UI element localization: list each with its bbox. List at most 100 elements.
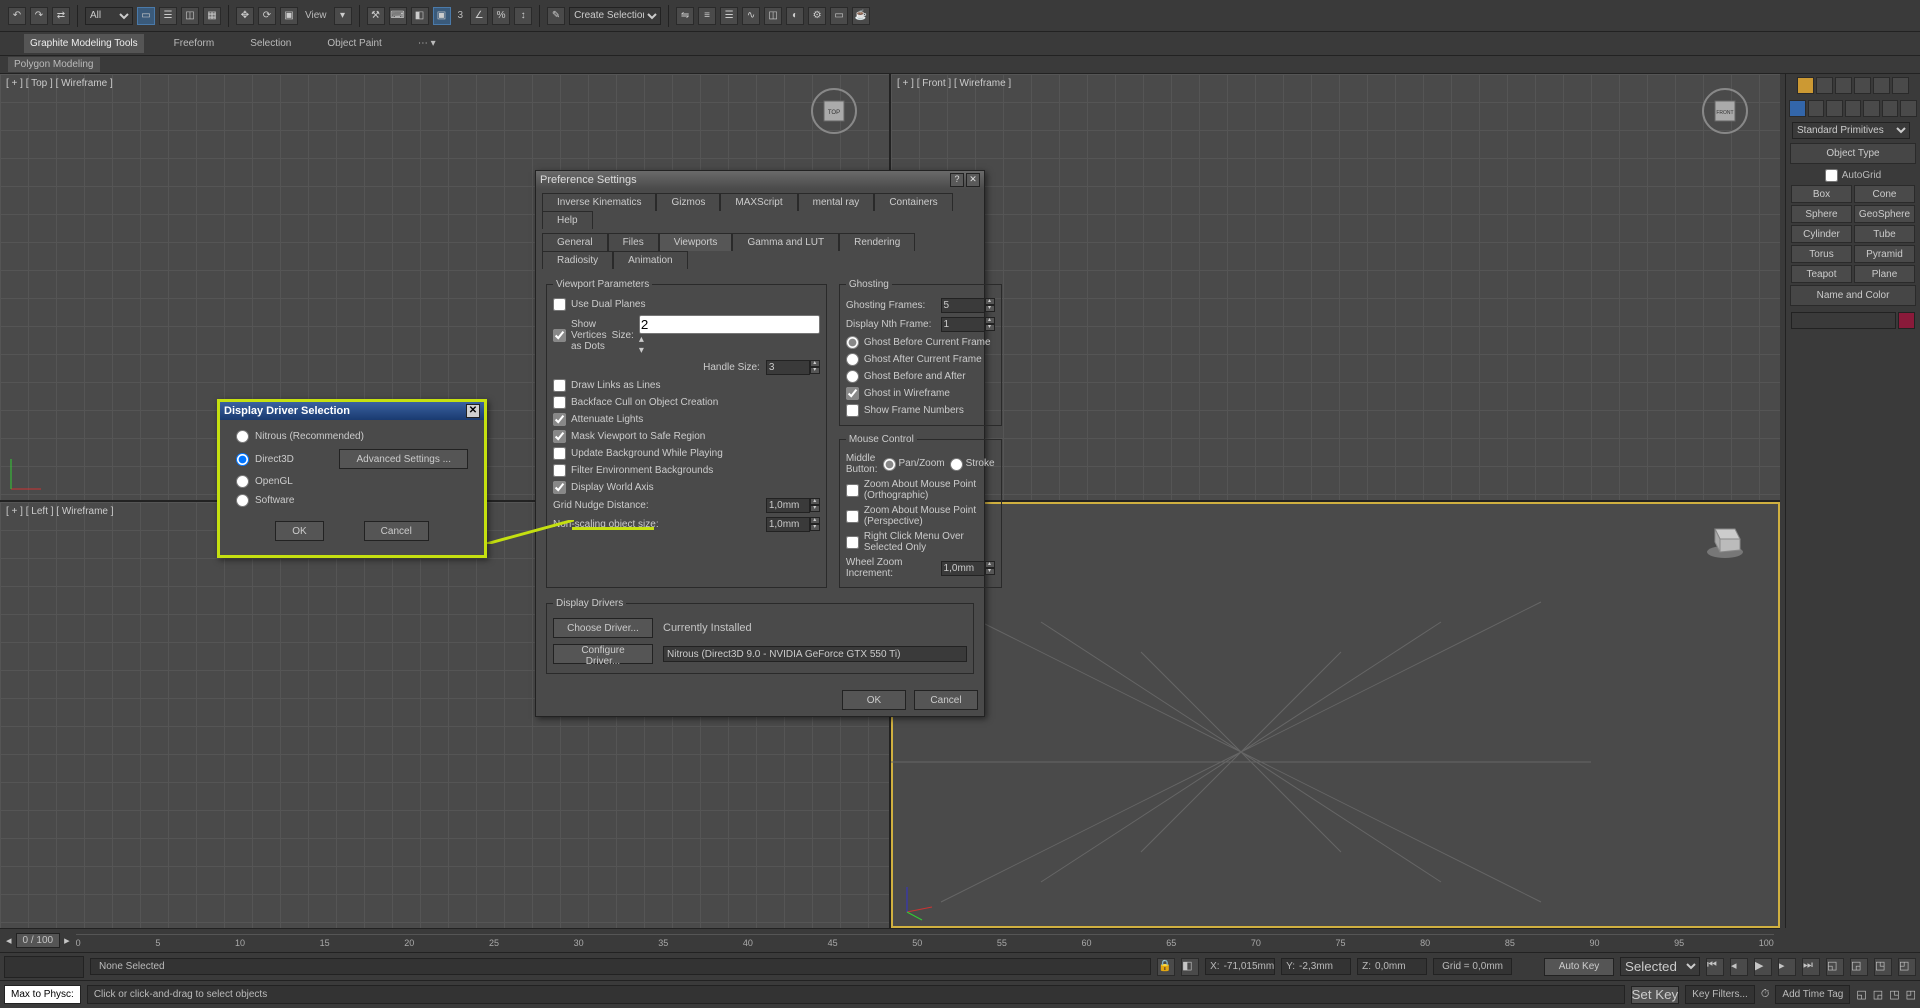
configure-driver-button[interactable]: Configure Driver... [553, 644, 653, 664]
curve-editor-icon[interactable]: ∿ [742, 7, 760, 25]
tab-selection[interactable]: Selection [244, 34, 297, 53]
radio-opengl[interactable]: OpenGL [236, 475, 468, 488]
viewcube-front[interactable]: FRONT [1700, 86, 1750, 136]
material-editor-icon[interactable]: ◐ [786, 7, 804, 25]
autokey-button[interactable]: Auto Key [1544, 958, 1614, 976]
modify-tab-icon[interactable] [1816, 77, 1833, 94]
hierarchy-tab-icon[interactable] [1835, 77, 1852, 94]
chk-filter-env[interactable]: Filter Environment Backgrounds [553, 462, 820, 479]
select-icon[interactable]: ▭ [137, 7, 155, 25]
setkey-button[interactable]: Set Key [1631, 986, 1680, 1004]
choose-driver-button[interactable]: Choose Driver... [553, 618, 653, 638]
trackbar-icon[interactable] [4, 956, 84, 978]
chk-backface[interactable]: Backface Cull on Object Creation [553, 394, 820, 411]
btn-plane[interactable]: Plane [1854, 265, 1915, 283]
time-slider[interactable]: 0 / 100 [16, 933, 61, 948]
next-frame-icon[interactable]: ▸ [1778, 958, 1796, 976]
filter-combo[interactable]: All [85, 7, 133, 25]
lock-icon[interactable]: 🔒 [1157, 958, 1175, 976]
coord-z[interactable]: Z: 0,0mm [1357, 958, 1427, 975]
close-icon[interactable]: ✕ [966, 173, 980, 187]
display-tab-icon[interactable] [1873, 77, 1890, 94]
viewcube-persp[interactable] [1700, 514, 1750, 564]
link-icon[interactable]: ⇄ [52, 7, 70, 25]
ref-coord-icon[interactable]: ▾ [334, 7, 352, 25]
tab-gizmos[interactable]: Gizmos [656, 193, 720, 211]
nudge-spinner[interactable] [766, 498, 810, 513]
handle-spinner[interactable] [766, 360, 810, 375]
iso-icon[interactable]: ◧ [1181, 958, 1199, 976]
time-ruler[interactable]: 05 1015 2025 3035 4045 5055 6065 7075 80… [76, 934, 1774, 948]
help-icon[interactable]: ? [950, 173, 964, 187]
shapes-icon[interactable] [1808, 100, 1825, 117]
undo-icon[interactable]: ↶ [8, 7, 26, 25]
render-frame-icon[interactable]: ▭ [830, 7, 848, 25]
btn-box[interactable]: Box [1791, 185, 1852, 203]
viewport-front[interactable]: [ + ] [ Front ] [ Wireframe ] FRONT [891, 74, 1780, 500]
tab-mentalray[interactable]: mental ray [798, 193, 875, 211]
chk-mask[interactable]: Mask Viewport to Safe Region [553, 428, 820, 445]
helpers-icon[interactable] [1863, 100, 1880, 117]
radio-nitrous[interactable]: Nitrous (Recommended) [236, 430, 468, 443]
autogrid-check[interactable]: AutoGrid [1786, 166, 1920, 185]
keyboard-icon[interactable]: ⌨ [389, 7, 407, 25]
add-time-tag[interactable]: Add Time Tag [1775, 985, 1850, 1004]
nav-8-icon[interactable]: ◰ [1906, 988, 1916, 1001]
tab-files[interactable]: Files [608, 233, 659, 251]
prefs-ok-button[interactable]: OK [842, 690, 906, 710]
radio-ghost-both[interactable]: Ghost Before and After [846, 368, 995, 385]
sub-polygon-modeling[interactable]: Polygon Modeling [8, 57, 100, 72]
object-color-swatch[interactable] [1898, 312, 1915, 329]
rotate-icon[interactable]: ⟳ [258, 7, 276, 25]
nav-1-icon[interactable]: ◱ [1826, 958, 1844, 976]
radio-software[interactable]: Software [236, 494, 468, 507]
systems-icon[interactable] [1900, 100, 1917, 117]
drv-titlebar[interactable]: Display Driver Selection ✕ [220, 402, 484, 420]
chk-use-dual[interactable]: Use Dual Planes [553, 296, 820, 313]
tab-graphite[interactable]: Graphite Modeling Tools [24, 34, 144, 53]
tab-animation[interactable]: Animation [613, 251, 687, 269]
geometry-icon[interactable] [1789, 100, 1806, 117]
manip-icon[interactable]: ⚒ [367, 7, 385, 25]
goto-end-icon[interactable]: ⏭ [1802, 958, 1820, 976]
select-region-icon[interactable]: ◫ [181, 7, 199, 25]
viewcube-top[interactable]: TOP [809, 86, 859, 136]
tab-ik[interactable]: Inverse Kinematics [542, 193, 656, 211]
cameras-icon[interactable] [1845, 100, 1862, 117]
motion-tab-icon[interactable] [1854, 77, 1871, 94]
edit-sel-set-icon[interactable]: ✎ [547, 7, 565, 25]
tab-freeform[interactable]: Freeform [168, 34, 221, 53]
spinner-snap-icon[interactable]: ↕ [514, 7, 532, 25]
nav-2-icon[interactable]: ◲ [1850, 958, 1868, 976]
prefs-cancel-button[interactable]: Cancel [914, 690, 978, 710]
angle-snap-icon[interactable]: ∠ [470, 7, 488, 25]
select-name-icon[interactable]: ☰ [159, 7, 177, 25]
nav-4-icon[interactable]: ◰ [1898, 958, 1916, 976]
radio-direct3d[interactable]: Direct3D [236, 453, 294, 466]
chk-show-verts[interactable]: Show Vertices as Dots Size: ▴▾ [553, 313, 820, 358]
nav-6-icon[interactable]: ◲ [1873, 988, 1883, 1001]
advanced-settings-button[interactable]: Advanced Settings ... [339, 449, 468, 469]
btn-teapot[interactable]: Teapot [1791, 265, 1852, 283]
play-icon[interactable]: ▶ [1754, 958, 1772, 976]
tab-general[interactable]: General [542, 233, 608, 251]
utilities-tab-icon[interactable] [1892, 77, 1909, 94]
btn-cylinder[interactable]: Cylinder [1791, 225, 1852, 243]
radio-ghost-after[interactable]: Ghost After Current Frame [846, 351, 995, 368]
tab-rendering[interactable]: Rendering [839, 233, 915, 251]
time-config-icon[interactable]: ⏱ [1761, 988, 1770, 1001]
prefs-titlebar[interactable]: Preference Settings ? ✕ [536, 171, 984, 189]
tab-viewports[interactable]: Viewports [659, 233, 733, 251]
btn-sphere[interactable]: Sphere [1791, 205, 1852, 223]
object-name-input[interactable] [1791, 312, 1896, 329]
selection-set-combo[interactable]: Create Selection Sel [569, 7, 661, 25]
named-sel-icon[interactable]: ◧ [411, 7, 429, 25]
nav-3-icon[interactable]: ◳ [1874, 958, 1892, 976]
chk-atten[interactable]: Attenuate Lights [553, 411, 820, 428]
layers-icon[interactable]: ☰ [720, 7, 738, 25]
radio-ghost-before[interactable]: Ghost Before Current Frame [846, 334, 995, 351]
redo-icon[interactable]: ↷ [30, 7, 48, 25]
move-icon[interactable]: ✥ [236, 7, 254, 25]
nav-7-icon[interactable]: ◳ [1889, 988, 1899, 1001]
goto-start-icon[interactable]: ⏮ [1706, 958, 1724, 976]
